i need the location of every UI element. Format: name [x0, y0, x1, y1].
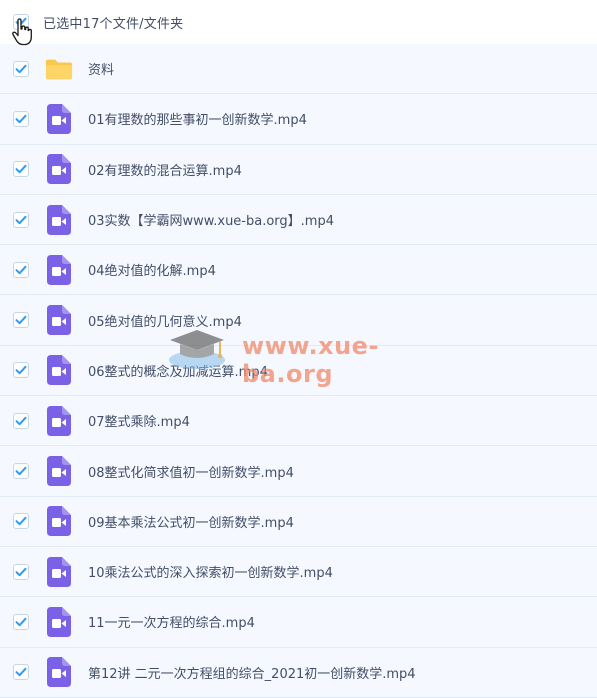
row-checkbox[interactable] — [13, 261, 29, 278]
row-checkbox[interactable] — [13, 161, 29, 178]
row-checkbox[interactable] — [13, 664, 29, 681]
folder-row[interactable]: 资料 — [0, 44, 597, 95]
select-all-checkbox[interactable] — [13, 14, 29, 30]
video-file-icon — [45, 304, 73, 336]
row-checkbox[interactable] — [13, 412, 29, 429]
check-icon — [15, 315, 27, 325]
row-checkbox[interactable] — [13, 211, 29, 228]
check-icon — [15, 466, 27, 476]
row-checkbox[interactable] — [13, 463, 29, 480]
row-checkbox[interactable] — [13, 613, 29, 630]
video-file-icon — [45, 405, 73, 437]
row-checkbox[interactable] — [13, 563, 29, 580]
row-checkbox[interactable] — [13, 110, 29, 127]
file-row[interactable]: 10乘法公式的深入探索初一创新数学.mp4 — [0, 546, 597, 598]
row-checkbox[interactable] — [13, 60, 29, 77]
video-file-icon — [45, 204, 73, 236]
file-name[interactable]: 10乘法公式的深入探索初一创新数学.mp4 — [88, 562, 333, 581]
file-name[interactable]: 02有理数的混合运算.mp4 — [88, 160, 242, 179]
file-name[interactable]: 04绝对值的化解.mp4 — [88, 260, 216, 279]
file-row[interactable]: 08整式化简求值初一创新数学.mp4 — [0, 446, 597, 497]
file-row[interactable]: 03实数【学霸网www.xue-ba.org】.mp4 — [0, 194, 597, 246]
file-name[interactable]: 03实数【学霸网www.xue-ba.org】.mp4 — [88, 210, 334, 229]
check-icon — [15, 567, 27, 576]
check-icon — [15, 416, 27, 425]
file-row[interactable]: 05绝对值的几何意义.mp4 — [0, 295, 597, 346]
file-name[interactable]: 09基本乘法公式初一创新数学.mp4 — [88, 512, 294, 531]
row-checkbox[interactable] — [13, 362, 29, 379]
video-file-icon — [45, 656, 73, 688]
video-file-icon — [45, 354, 73, 386]
file-name[interactable]: 11一元一次方程的综合.mp4 — [88, 612, 255, 631]
video-file-icon — [45, 606, 73, 638]
video-file-icon — [45, 153, 73, 185]
file-row[interactable]: 06整式的概念及加减运算.mp4 — [0, 345, 597, 397]
file-row[interactable]: 04绝对值的化解.mp4 — [0, 245, 597, 296]
file-name[interactable]: 05绝对值的几何意义.mp4 — [88, 311, 242, 330]
file-name[interactable]: 01有理数的那些事初一创新数学.mp4 — [88, 109, 307, 128]
video-file-icon — [45, 254, 73, 286]
video-file-icon — [45, 556, 73, 588]
video-file-icon — [45, 103, 73, 135]
check-icon — [15, 165, 27, 174]
video-file-icon — [45, 455, 73, 487]
check-icon — [15, 64, 27, 73]
check-icon — [15, 215, 27, 224]
check-icon — [15, 265, 27, 275]
file-row[interactable]: 02有理数的混合运算.mp4 — [0, 144, 597, 195]
folder-icon — [45, 53, 73, 85]
video-file-icon — [45, 505, 73, 537]
file-name[interactable]: 资料 — [88, 59, 114, 78]
file-name[interactable]: 06整式的概念及加减运算.mp4 — [88, 361, 268, 380]
file-name[interactable]: 08整式化简求值初一创新数学.mp4 — [88, 462, 294, 481]
check-icon — [15, 617, 27, 627]
check-icon — [15, 114, 27, 124]
check-icon — [15, 517, 27, 526]
check-icon — [15, 668, 27, 677]
selection-header: 已选中17个文件/文件夹 — [0, 0, 597, 44]
file-row[interactable]: 第12讲 二元一次方程组的综合_2021初一创新数学.mp4 — [0, 647, 597, 698]
file-row[interactable]: 11一元一次方程的综合.mp4 — [0, 597, 597, 648]
file-row[interactable]: 07整式乘除.mp4 — [0, 396, 597, 447]
file-name[interactable]: 07整式乘除.mp4 — [88, 411, 190, 430]
file-name[interactable]: 第12讲 二元一次方程组的综合_2021初一创新数学.mp4 — [88, 663, 416, 682]
selection-count: 已选中17个文件/文件夹 — [43, 16, 184, 32]
file-row[interactable]: 01有理数的那些事初一创新数学.mp4 — [0, 94, 597, 145]
check-icon — [15, 366, 27, 375]
row-checkbox[interactable] — [13, 312, 29, 329]
row-checkbox[interactable] — [13, 513, 29, 530]
check-icon — [15, 17, 27, 27]
file-row[interactable]: 09基本乘法公式初一创新数学.mp4 — [0, 496, 597, 547]
file-list: 资料 01有理数的那些事初一创新数学.mp4 02有理数的混合运算.mp4 03实数【… — [0, 44, 597, 698]
